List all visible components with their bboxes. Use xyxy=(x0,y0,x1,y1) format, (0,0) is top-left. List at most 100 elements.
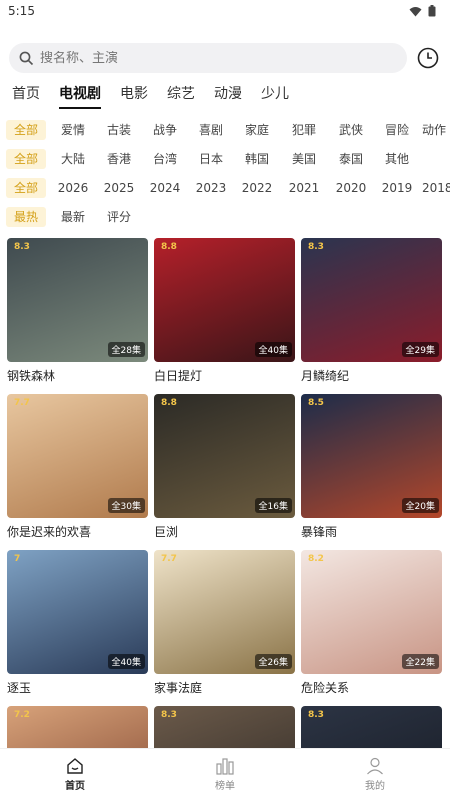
year-chip[interactable]: 2022 xyxy=(230,178,284,198)
genre-chip[interactable]: 喜剧 xyxy=(192,120,230,140)
show-title: 月鳞绮纪 xyxy=(301,369,350,383)
show-card[interactable]: 7 全40集 逐玉 xyxy=(7,550,148,696)
year-chip[interactable]: 2018 xyxy=(416,178,450,198)
year-chip[interactable]: 2021 xyxy=(284,178,324,198)
clock-icon xyxy=(417,47,439,69)
search-row xyxy=(9,42,441,74)
tab-tv[interactable]: 电视剧 xyxy=(59,84,101,109)
year-chip[interactable]: 2024 xyxy=(138,178,192,198)
region-chip[interactable]: 其他 xyxy=(378,149,416,169)
region-filter-row: 全部 大陆 香港 台湾 日本 韩国 美国 泰国 其他 xyxy=(6,148,416,170)
chart-icon xyxy=(216,758,234,775)
show-card[interactable]: 8.8 全40集 白日提灯 xyxy=(154,238,295,384)
tab-home[interactable]: 首页 xyxy=(12,84,40,106)
tab-movie[interactable]: 电影 xyxy=(120,84,148,106)
rating-badge: 7.7 xyxy=(14,398,30,408)
nav-ranking-label: 榜单 xyxy=(215,781,235,792)
battery-icon xyxy=(428,5,436,17)
show-title: 巨浏 xyxy=(154,525,179,539)
genre-chip[interactable]: 武侠 xyxy=(324,120,378,140)
show-title: 家事法庭 xyxy=(154,681,203,695)
history-button[interactable] xyxy=(417,47,439,69)
tab-anime[interactable]: 动漫 xyxy=(214,84,242,106)
rating-badge: 8.2 xyxy=(308,554,324,564)
rating-badge: 8.8 xyxy=(161,242,177,252)
year-chip[interactable]: 全部 xyxy=(6,178,46,198)
status-bar: 5:15 xyxy=(0,0,450,22)
nav-ranking[interactable]: 榜单 xyxy=(185,757,265,792)
episode-count: 全30集 xyxy=(107,498,145,513)
year-chip[interactable]: 2019 xyxy=(378,178,416,198)
bottom-nav: 首页 榜单 我的 xyxy=(0,748,450,800)
nav-home-label: 首页 xyxy=(65,781,85,792)
sort-chip[interactable]: 评分 xyxy=(100,207,138,227)
show-card[interactable]: 8.3 全28集 钢铁森林 xyxy=(7,238,148,384)
rating-badge: 8.8 xyxy=(161,398,177,408)
genre-chip[interactable]: 动作 xyxy=(416,120,446,140)
rating-badge: 8.5 xyxy=(308,398,324,408)
show-card[interactable]: 7.7 全26集 家事法庭 xyxy=(154,550,295,696)
poster-image: 8.3 全29集 xyxy=(301,238,442,362)
region-chip[interactable]: 美国 xyxy=(284,149,324,169)
year-chip[interactable]: 2023 xyxy=(192,178,230,198)
region-chip[interactable]: 全部 xyxy=(6,149,46,169)
year-chip[interactable]: 2025 xyxy=(100,178,138,198)
episode-count: 全40集 xyxy=(254,342,292,357)
episode-count: 全16集 xyxy=(254,498,292,513)
show-card[interactable]: 8.8 全16集 巨浏 xyxy=(154,394,295,540)
rating-badge: 7 xyxy=(14,554,21,564)
year-chip[interactable]: 2026 xyxy=(46,178,100,198)
genre-chip[interactable]: 古装 xyxy=(100,120,138,140)
rating-badge: 8.3 xyxy=(14,242,30,252)
region-chip[interactable]: 香港 xyxy=(100,149,138,169)
search-box[interactable] xyxy=(9,43,407,73)
poster-image: 8.5 全20集 xyxy=(301,394,442,518)
poster-image: 8.8 全16集 xyxy=(154,394,295,518)
year-chip[interactable]: 2020 xyxy=(324,178,378,198)
genre-chip[interactable]: 全部 xyxy=(6,120,46,140)
status-icons xyxy=(409,5,436,17)
status-time: 5:15 xyxy=(8,4,35,18)
show-card[interactable]: 8.3 全29集 月鳞绮纪 xyxy=(301,238,442,384)
episode-count: 全20集 xyxy=(401,498,439,513)
rating-badge: 8.3 xyxy=(161,710,177,720)
show-card[interactable]: 8.2 全22集 危险关系 xyxy=(301,550,442,696)
episode-count: 全40集 xyxy=(107,654,145,669)
rating-badge: 7.7 xyxy=(161,554,177,564)
wifi-icon xyxy=(409,6,422,16)
search-icon xyxy=(19,51,34,65)
sort-chip[interactable]: 最热 xyxy=(6,207,46,227)
show-card[interactable]: 7.7 全30集 你是迟来的欢喜 xyxy=(7,394,148,540)
tab-kids[interactable]: 少儿 xyxy=(261,84,289,106)
nav-profile[interactable]: 我的 xyxy=(335,757,415,792)
region-chip[interactable]: 泰国 xyxy=(324,149,378,169)
poster-image: 8.8 全40集 xyxy=(154,238,295,362)
poster-image: 8.2 全22集 xyxy=(301,550,442,674)
region-chip[interactable]: 台湾 xyxy=(138,149,192,169)
poster-image: 7.7 全26集 xyxy=(154,550,295,674)
show-card[interactable]: 8.5 全20集 暴锋雨 xyxy=(301,394,442,540)
poster-image: 7 全40集 xyxy=(7,550,148,674)
genre-filter-row: 全部 爱情 古装 战争 喜剧 家庭 犯罪 武侠 冒险 动作 xyxy=(6,119,446,141)
home-icon xyxy=(67,758,83,774)
genre-chip[interactable]: 战争 xyxy=(138,120,192,140)
poster-image: 8.3 全28集 xyxy=(7,238,148,362)
rating-badge: 8.3 xyxy=(308,710,324,720)
genre-chip[interactable]: 家庭 xyxy=(230,120,284,140)
region-chip[interactable]: 日本 xyxy=(192,149,230,169)
search-input[interactable] xyxy=(40,50,380,66)
genre-chip[interactable]: 爱情 xyxy=(46,120,100,140)
sort-chip[interactable]: 最新 xyxy=(46,207,100,227)
tab-variety[interactable]: 综艺 xyxy=(167,84,195,106)
nav-home[interactable]: 首页 xyxy=(35,757,115,792)
episode-count: 全29集 xyxy=(401,342,439,357)
genre-chip[interactable]: 冒险 xyxy=(378,120,416,140)
region-chip[interactable]: 大陆 xyxy=(46,149,100,169)
episode-count: 全22集 xyxy=(401,654,439,669)
poster-image: 7.7 全30集 xyxy=(7,394,148,518)
region-chip[interactable]: 韩国 xyxy=(230,149,284,169)
episode-count: 全26集 xyxy=(254,654,292,669)
nav-profile-label: 我的 xyxy=(365,781,385,792)
genre-chip[interactable]: 犯罪 xyxy=(284,120,324,140)
app-screen: 5:15 首页 电视剧 电影 综艺 动漫 少儿 全部 爱情 古装 战争 喜剧 家… xyxy=(0,0,450,800)
